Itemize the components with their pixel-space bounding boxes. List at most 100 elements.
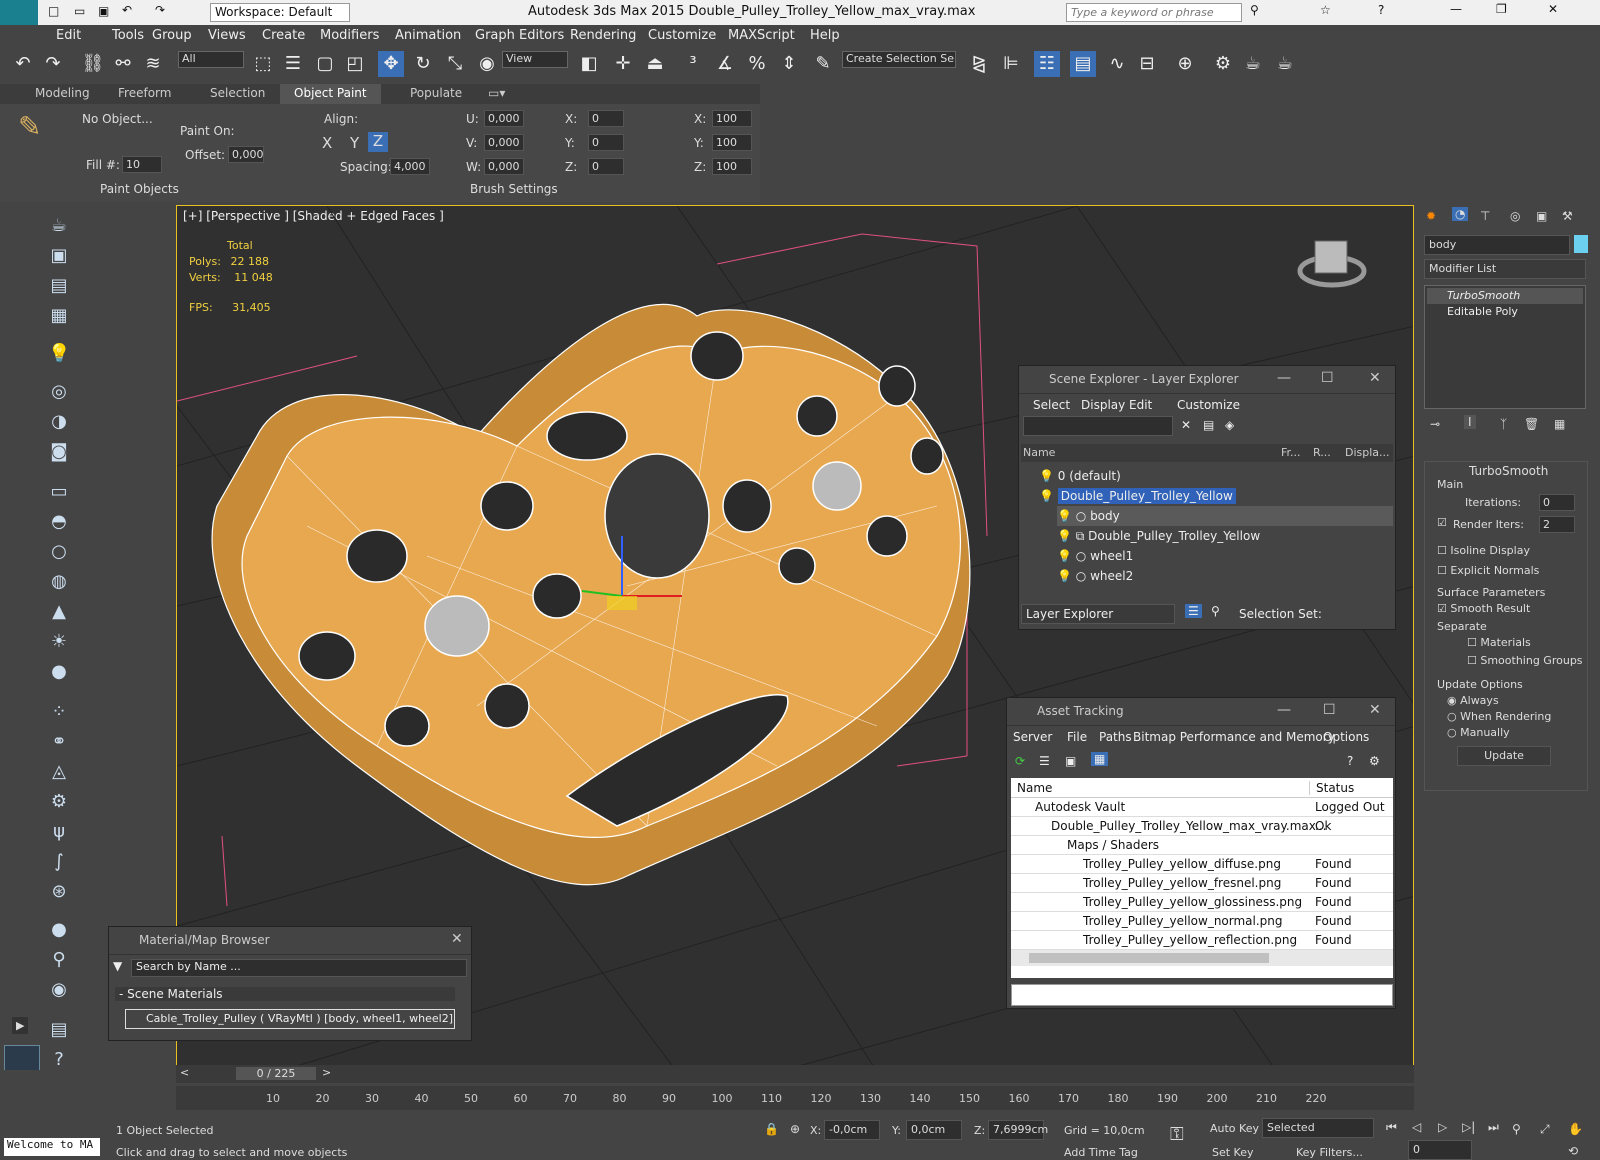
menu-graph-editors[interactable]: Graph Editors [475,28,564,43]
cone-icon[interactable]: ▲ [48,601,70,623]
align-y-button[interactable]: Y [350,134,359,152]
place-icon[interactable]: ◉ [474,51,500,77]
time-slider-prev[interactable]: < [180,1066,189,1079]
layers-icon[interactable]: ☰ [1185,604,1202,618]
minimize-icon[interactable]: — [1277,370,1291,386]
list-icon[interactable]: ▤ [48,275,70,297]
camera-icon[interactable]: ◎ [48,381,70,403]
hair-icon[interactable]: ∫ [48,851,70,873]
select-by-name-icon[interactable]: ☰ [280,51,306,77]
zoom-icon[interactable]: ⚲ [1512,1122,1521,1136]
redo-icon[interactable]: ↷ [40,51,66,77]
clear-search-icon[interactable]: ✕ [1181,418,1191,432]
selection-filter-dropdown[interactable]: All [178,51,244,68]
menu-views[interactable]: Views [208,28,246,43]
teapot-icon[interactable]: ☕ [48,215,70,237]
bulb-icon[interactable]: 💡 [1057,569,1072,583]
y-coordinate-field[interactable]: 0,0cm [906,1120,962,1140]
minimize-icon[interactable]: — [1450,2,1462,16]
menu-rendering[interactable]: Rendering [570,28,636,43]
smooth-result-checkbox[interactable]: ☑ Smooth Result [1437,602,1530,615]
utilities-tab-icon[interactable]: ⚒ [1562,209,1573,223]
maximize-icon[interactable]: ☐ [1323,702,1336,718]
x-coordinate-field[interactable]: -0,0cm [824,1120,880,1140]
object-color-swatch[interactable] [1574,235,1588,253]
stack-item-turbosmooth[interactable]: TurboSmooth [1427,288,1583,304]
video-icon[interactable]: ◙ [48,441,70,463]
sphere-icon[interactable]: ○ [48,541,70,563]
save-icon[interactable]: ▣ [98,4,109,18]
mirror-icon[interactable]: ⧎ [966,51,992,77]
se-menu-edit[interactable]: Edit [1129,398,1152,412]
undo-icon[interactable]: ↶ [122,3,132,17]
spacing-spinner[interactable]: 4,000 [390,158,430,175]
manually-radio[interactable]: ○ Manually [1447,726,1510,739]
menu-animation[interactable]: Animation [395,28,461,43]
select-object-icon[interactable]: ⬚ [250,51,276,77]
table-view-icon[interactable]: ▦ [1091,752,1109,766]
at-menu-3[interactable]: Bitmap Performance and Memory [1133,730,1335,744]
zoom-extents-icon[interactable]: ⤢ [1540,1122,1550,1137]
edit-named-sets-icon[interactable]: ✎ [810,51,836,77]
refresh-icon[interactable]: ⟳ [1015,754,1025,768]
scale-icon[interactable]: ⤡ [442,51,468,77]
brush-settings-label[interactable]: Brush Settings [470,182,558,196]
fill-spinner[interactable]: 10 [122,156,162,173]
light-icon[interactable]: 💡 [48,343,70,365]
modifier-list-dropdown[interactable]: Modifier List [1424,259,1586,279]
layer-row[interactable]: 💡 0 (default) [1039,466,1293,486]
align-icon[interactable]: ⊫ [998,51,1024,77]
ribbon-toggle-icon[interactable]: ▤ [1070,51,1096,77]
menu-modifiers[interactable]: Modifiers [320,28,379,43]
menu-tools[interactable]: Tools [112,28,144,43]
ribbon-options-icon[interactable]: ▭▾ [488,86,505,100]
asset-row[interactable]: Trolley_Pulley_yellow_normal.png Found [1011,912,1393,931]
dome-icon[interactable]: ◓ [48,511,70,533]
explicit-normals-checkbox[interactable]: ☐ Explicit Normals [1437,564,1539,577]
align-x-button[interactable]: X [322,134,332,152]
help-icon[interactable]: ? [1378,3,1384,17]
find-icon[interactable]: ◈ [1225,418,1234,432]
configure-sets-icon[interactable]: ▦ [1554,417,1565,431]
absolute-mode-icon[interactable]: ⊕ [790,1122,800,1136]
keyboard-shortcut-icon[interactable]: ⏏ [642,51,668,77]
set-key-button[interactable]: Set Key [1212,1146,1254,1159]
explorer-type-dropdown[interactable]: Layer Explorer [1021,604,1175,624]
at-menu-2[interactable]: Paths [1099,730,1132,744]
object-row[interactable]: 💡 ○ wheel1 [1057,546,1133,566]
object-row[interactable]: 💡 ○ wheel2 [1057,566,1133,586]
reference-coord-dropdown[interactable]: View [502,51,568,68]
prev-frame-icon[interactable]: ◁ [1412,1120,1421,1134]
scene-explorer-titlebar[interactable]: Scene Explorer - Layer Explorer — ☐ ✕ [1019,366,1395,394]
scale-y-spinner[interactable]: 100 [712,134,752,151]
object-row[interactable]: 💡 ⧉ Double_Pulley_Trolley_Yellow [1057,526,1260,546]
asset-row[interactable]: Trolley_Pulley_yellow_fresnel.png Found [1011,874,1393,893]
globe-icon[interactable]: ◉ [48,979,70,1001]
horizontal-scrollbar[interactable] [1011,950,1393,966]
grass-icon[interactable]: ψ [48,821,70,843]
rotate-z-spinner[interactable]: 0 [588,158,624,175]
menu-customize[interactable]: Customize [648,28,716,43]
material-item[interactable]: Cable_Trolley_Pulley ( VRayMtl ) [body, … [125,1009,455,1029]
layer-manager-icon[interactable]: ☷ [1034,51,1060,77]
w-spinner[interactable]: 0,000 [484,158,524,175]
close-icon[interactable]: ✕ [451,931,463,947]
time-slider-next[interactable]: > [322,1066,331,1079]
col-status[interactable]: Status [1309,781,1354,795]
rollout-title[interactable]: TurboSmooth [1469,464,1548,478]
create-tab-icon[interactable]: ✹ [1426,209,1436,223]
asset-row[interactable]: Trolley_Pulley_yellow_glossiness.png Foun… [1011,893,1393,912]
disc-icon[interactable]: ● [48,661,70,683]
smoothing-groups-checkbox[interactable]: ☐ Smoothing Groups [1467,654,1583,667]
always-radio[interactable]: ◉ Always [1447,694,1499,707]
list-view-icon[interactable]: ☰ [1039,754,1050,768]
maximize-icon[interactable]: ☐ [1321,370,1334,386]
gear-icon[interactable]: ⚙ [48,791,70,813]
bulb-icon[interactable]: 💡 [1039,469,1054,483]
sphere-half-icon[interactable]: ◑ [48,411,70,433]
material-browser-titlebar[interactable]: Material/Map Browser ✕ [109,927,471,955]
tab-populate[interactable]: Populate [410,86,462,100]
se-menu-display[interactable]: Display [1081,398,1125,412]
at-menu-1[interactable]: File [1067,730,1087,744]
pyramid-icon[interactable]: ◬ [48,761,70,783]
